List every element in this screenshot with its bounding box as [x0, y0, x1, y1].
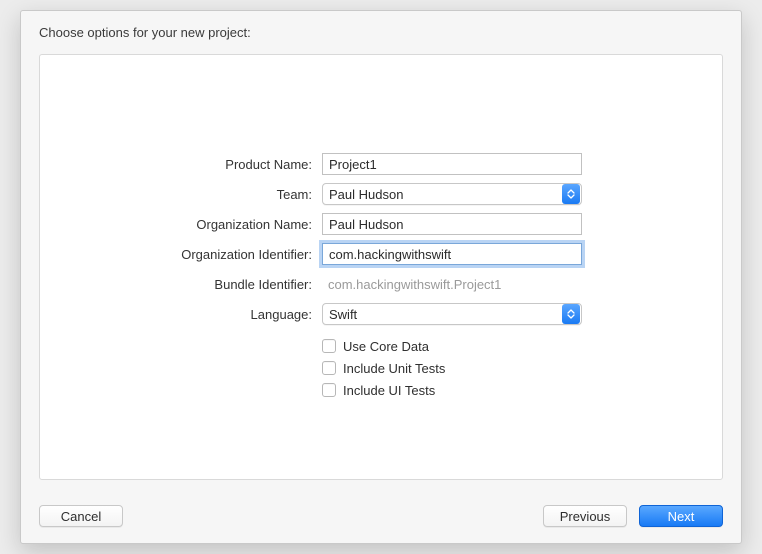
- product-name-input[interactable]: [322, 153, 582, 175]
- include-ui-tests-checkbox[interactable]: [322, 383, 336, 397]
- language-popup-value: Swift: [323, 307, 562, 322]
- organization-name-label: Organization Name:: [40, 217, 322, 232]
- bundle-identifier-label: Bundle Identifier:: [40, 277, 322, 292]
- next-button[interactable]: Next: [639, 505, 723, 527]
- team-popup-value: Paul Hudson: [323, 187, 562, 202]
- language-label: Language:: [40, 307, 322, 322]
- previous-button[interactable]: Previous: [543, 505, 627, 527]
- dialog-footer: Cancel Previous Next: [21, 480, 741, 543]
- bundle-identifier-value: com.hackingwithswift.Project1: [322, 275, 582, 294]
- use-core-data-checkbox[interactable]: [322, 339, 336, 353]
- new-project-options-sheet: Choose options for your new project: Pro…: [20, 10, 742, 544]
- organization-identifier-label: Organization Identifier:: [40, 247, 322, 262]
- chevron-up-down-icon: [562, 304, 580, 324]
- team-label: Team:: [40, 187, 322, 202]
- team-popup[interactable]: Paul Hudson: [322, 183, 582, 205]
- organization-identifier-input[interactable]: [322, 243, 582, 265]
- cancel-button[interactable]: Cancel: [39, 505, 123, 527]
- include-unit-tests-checkbox[interactable]: [322, 361, 336, 375]
- options-form: Product Name: Team: Paul Hudson: [40, 149, 722, 401]
- include-ui-tests-label: Include UI Tests: [343, 383, 435, 398]
- options-panel: Product Name: Team: Paul Hudson: [39, 54, 723, 480]
- use-core-data-label: Use Core Data: [343, 339, 429, 354]
- language-popup[interactable]: Swift: [322, 303, 582, 325]
- chevron-up-down-icon: [562, 184, 580, 204]
- product-name-label: Product Name:: [40, 157, 322, 172]
- include-unit-tests-label: Include Unit Tests: [343, 361, 445, 376]
- organization-name-input[interactable]: [322, 213, 582, 235]
- sheet-title: Choose options for your new project:: [21, 11, 741, 50]
